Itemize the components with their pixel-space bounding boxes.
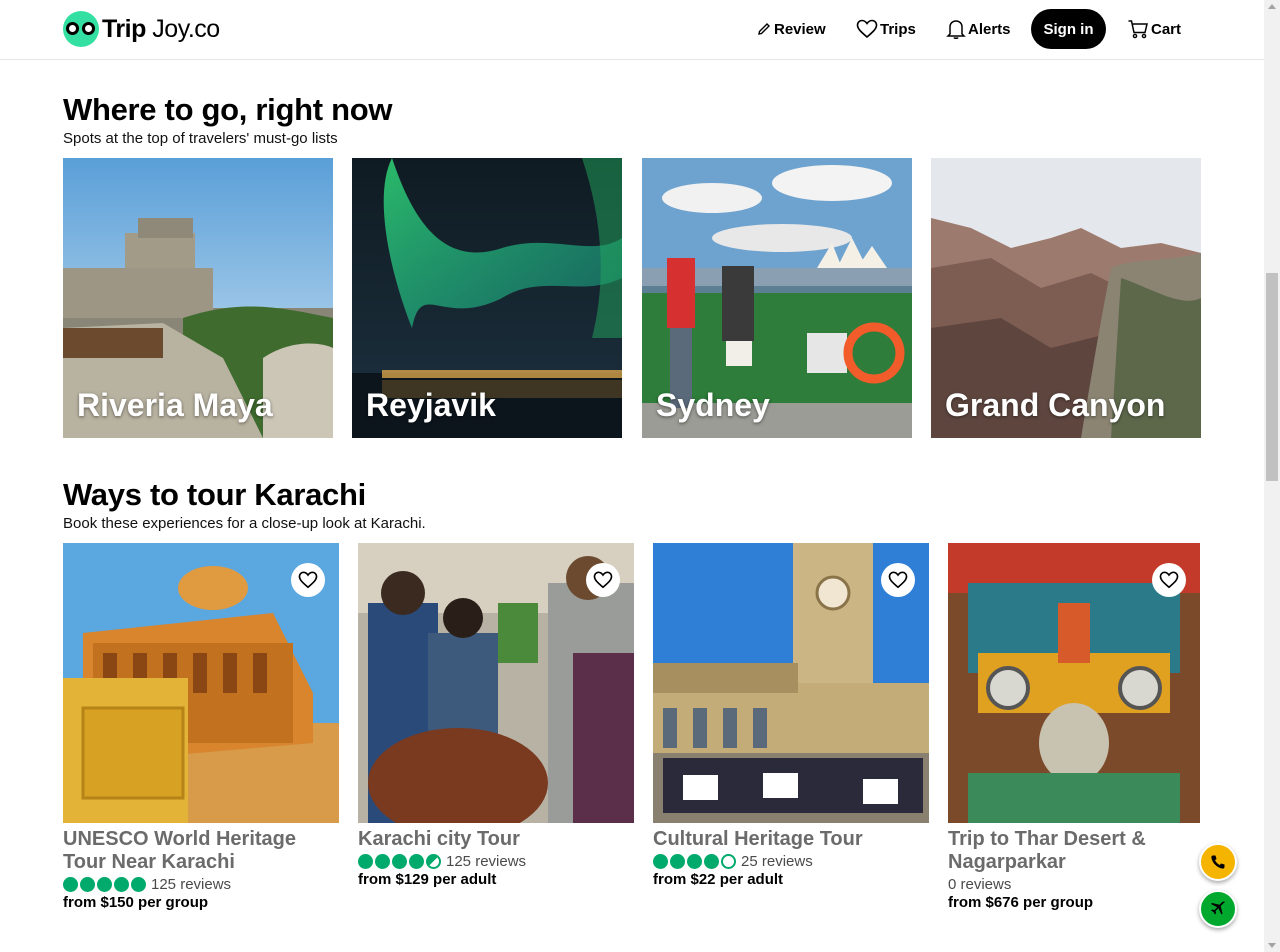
tour-card[interactable]: Cultural Heritage Tour 25 reviews from $… <box>653 543 929 888</box>
heart-icon <box>298 571 318 589</box>
heart-icon <box>888 571 908 589</box>
scrollbar-thumb[interactable] <box>1266 273 1278 481</box>
review-count: 0 reviews <box>948 875 1012 893</box>
tour-title[interactable]: Trip to Thar Desert & Nagarparkar <box>948 828 1200 874</box>
tour-title[interactable]: Karachi city Tour <box>358 828 634 851</box>
destination-label: Grand Canyon <box>945 387 1166 423</box>
destination-label: Sydney <box>656 387 770 423</box>
rating-bubbles: 0 reviews <box>948 875 1200 893</box>
rating-bubbles: 125 reviews <box>358 852 634 870</box>
tour-price: from $22 per adult <box>653 871 784 888</box>
tour-card[interactable]: UNESCO World Heritage Tour Near Karachi … <box>63 543 339 911</box>
heart-icon <box>856 19 878 39</box>
nav-alerts-link[interactable]: Alerts <box>946 9 1011 49</box>
heart-icon <box>1159 571 1179 589</box>
tour-price: from $129 per adult <box>358 871 497 888</box>
call-button[interactable] <box>1199 843 1237 881</box>
nav-trips-label: Trips <box>880 20 916 38</box>
scroll-down-arrow-icon[interactable] <box>1268 943 1276 948</box>
nav-alerts-label: Alerts <box>968 20 1011 38</box>
destination-label: Riveria Maya <box>77 387 273 423</box>
phone-icon <box>1211 855 1225 869</box>
where-to-go-subtitle: Spots at the top of travelers' must-go l… <box>63 130 338 147</box>
rating-bubble-full-icon <box>114 876 129 892</box>
tour-card[interactable]: Karachi city Tour 125 reviews from $129 … <box>358 543 634 888</box>
tour-title[interactable]: Cultural Heritage Tour <box>653 828 929 851</box>
review-count: 125 reviews <box>446 852 527 870</box>
review-count: 125 reviews <box>151 875 232 893</box>
tour-photo <box>358 543 634 823</box>
destination-card-sydney[interactable]: Sydney <box>642 158 912 438</box>
save-to-trip-heart-button[interactable] <box>586 563 620 597</box>
nav-trips-link[interactable]: Trips <box>856 9 916 49</box>
ways-to-tour-subtitle: Book these experiences for a close-up lo… <box>63 515 426 532</box>
destination-card-reykjavik[interactable]: Reyjavik <box>352 158 622 438</box>
rating-bubble-full-icon <box>358 853 373 869</box>
nav-review-label: Review <box>774 20 826 38</box>
save-to-trip-heart-button[interactable] <box>1152 563 1186 597</box>
rating-bubble-full-icon <box>80 876 95 892</box>
pencil-icon <box>758 23 770 35</box>
review-count: 25 reviews <box>741 852 813 870</box>
nav-cart-link[interactable]: Cart <box>1127 9 1181 49</box>
destination-label: Reyjavik <box>366 387 496 423</box>
save-to-trip-heart-button[interactable] <box>881 563 915 597</box>
rating-bubble-full-icon <box>653 853 668 869</box>
tour-photo <box>948 543 1200 823</box>
flight-button[interactable] <box>1199 890 1237 928</box>
tour-price: from $150 per group <box>63 894 209 911</box>
top-navigation-bar: Trip Joy.co Review Trips Alerts Sign in … <box>0 0 1264 60</box>
rating-bubble-full-icon <box>409 853 424 869</box>
tour-photo <box>653 543 929 823</box>
ways-to-tour-heading: Ways to tour Karachi <box>63 477 366 512</box>
rating-bubble-half-icon <box>426 853 441 869</box>
rating-bubble-full-icon <box>131 876 146 892</box>
cart-icon <box>1128 20 1148 39</box>
brand-logo[interactable]: Trip Joy.co <box>63 11 220 47</box>
rating-bubbles: 125 reviews <box>63 875 339 893</box>
where-to-go-heading: Where to go, right now <box>63 92 393 127</box>
destination-card-riviera-maya[interactable]: Riveria Maya <box>63 158 333 438</box>
rating-bubble-full-icon <box>63 876 78 892</box>
rating-bubble-full-icon <box>704 853 719 869</box>
sign-in-button[interactable]: Sign in <box>1031 9 1106 49</box>
rating-bubble-full-icon <box>687 853 702 869</box>
rating-bubble-full-icon <box>392 853 407 869</box>
bell-icon <box>946 20 966 39</box>
rating-bubbles: 25 reviews <box>653 852 929 870</box>
nav-review-link[interactable]: Review <box>756 9 826 49</box>
save-to-trip-heart-button[interactable] <box>291 563 325 597</box>
tour-photo <box>63 543 339 823</box>
destination-card-grand-canyon[interactable]: Grand Canyon <box>931 158 1201 438</box>
scroll-up-arrow-icon[interactable] <box>1268 4 1276 9</box>
nav-cart-label: Cart <box>1151 20 1182 38</box>
page-scrollbar[interactable] <box>1264 0 1280 952</box>
rating-bubble-full-icon <box>97 876 112 892</box>
rating-bubble-full-icon <box>670 853 685 869</box>
owl-logo-icon <box>63 11 99 47</box>
rating-bubble-empty-icon <box>721 853 736 869</box>
tour-title[interactable]: UNESCO World Heritage Tour Near Karachi <box>63 828 339 874</box>
tour-card[interactable]: Trip to Thar Desert & Nagarparkar 0 revi… <box>948 543 1200 911</box>
heart-icon <box>593 571 613 589</box>
rating-bubble-full-icon <box>375 853 390 869</box>
airplane-icon <box>1211 901 1225 915</box>
tour-price: from $676 per group <box>948 894 1094 911</box>
brand-name: Trip Joy.co <box>102 14 220 43</box>
